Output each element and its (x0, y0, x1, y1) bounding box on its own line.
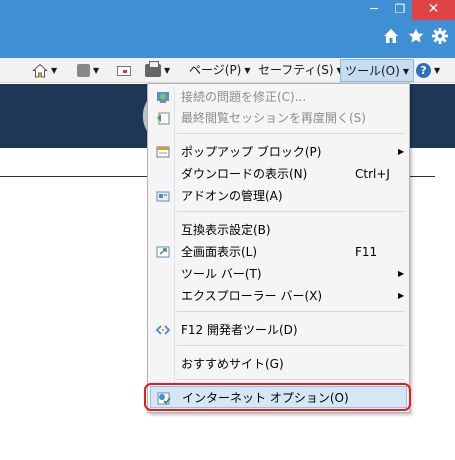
menu-item-label: 接続の問題を修正(C)... (181, 90, 307, 104)
menu-item-toolbars[interactable]: ツール バー(T) ▶ (150, 263, 407, 285)
menu-item-view-downloads[interactable]: ダウンロードの表示(N) Ctrl+J (150, 163, 407, 185)
home-icon[interactable] (381, 27, 401, 47)
feeds-button[interactable]: ▼ (77, 59, 99, 82)
menu-item-explorer-bars[interactable]: エクスプローラー バー(X) ▶ (150, 285, 407, 307)
menu-separator (177, 379, 405, 380)
close-button[interactable]: ✕ (412, 0, 455, 20)
fullscreen-icon (156, 246, 170, 258)
chevron-down-icon: ▼ (402, 67, 409, 76)
print-button[interactable]: ▼ (145, 59, 170, 82)
menu-item-label: 全画面表示(L) (181, 245, 258, 259)
chevron-down-icon[interactable]: ▼ (51, 66, 57, 75)
page-menu-label: ページ(P) (189, 63, 242, 77)
menu-separator (177, 133, 405, 134)
home-button[interactable]: ▼ (32, 59, 57, 82)
star-icon[interactable] (406, 27, 426, 47)
menu-item-shortcut: Ctrl+J (355, 167, 390, 181)
minimize-button[interactable]: ─ (360, 0, 388, 20)
menu-item-popup-blocker[interactable]: ポップアップ ブロック(P) ▶ (150, 141, 407, 163)
menu-item-label: アドオンの管理(A) (181, 189, 283, 203)
menu-separator (177, 345, 405, 346)
menu-item-label: エクスプローラー バー(X) (181, 289, 323, 303)
menu-item-full-screen[interactable]: 全画面表示(L) F11 (150, 241, 407, 263)
safety-menu[interactable]: セーフティ(S)▼ (258, 59, 343, 82)
menu-item-suggested-sites[interactable]: おすすめサイト(G) (150, 353, 407, 375)
menu-item-manage-addons[interactable]: アドオンの管理(A) (150, 185, 407, 207)
restore-button[interactable]: ❐ (388, 0, 412, 20)
help-button[interactable]: ? ▼ (416, 59, 440, 82)
submenu-arrow-icon: ▶ (398, 269, 405, 278)
menu-item-label: F12 開発者ツール(D) (181, 323, 298, 337)
page-menu[interactable]: ページ(P) ▼ (189, 59, 251, 82)
callout-highlight-ring (144, 383, 411, 411)
tools-dropdown-menu: 接続の問題を修正(C)... 最終閲覧セッションを再度開く(S) ポップアップ … (147, 83, 410, 413)
tools-menu-label: ツール(O) (345, 64, 400, 78)
submenu-arrow-icon: ▶ (398, 147, 405, 156)
tools-menu-button[interactable]: ツール(O) ▼ (340, 59, 414, 82)
menu-item-dev-tools[interactable]: F12 開発者ツール(D) (150, 319, 407, 341)
submenu-arrow-icon: ▶ (398, 291, 405, 300)
chevron-down-icon[interactable]: ▼ (93, 66, 99, 75)
safety-menu-label: セーフティ(S) (258, 63, 334, 77)
help-icon: ? (416, 63, 431, 78)
menu-item-label: ツール バー(T) (181, 267, 262, 281)
chevron-down-icon[interactable]: ▼ (164, 66, 170, 75)
title-bar: ─ ❐ ✕ (0, 0, 455, 58)
popup-blocker-icon (156, 146, 170, 158)
menu-separator (177, 311, 405, 312)
read-mail-button[interactable] (117, 59, 131, 82)
menu-item-label: 最終閲覧セッションを再度開く(S) (181, 111, 366, 125)
printer-icon (145, 61, 161, 77)
addons-icon (156, 191, 170, 202)
menu-item-reopen-session: 最終閲覧セッションを再度開く(S) (150, 107, 407, 129)
menu-item-label: ダウンロードの表示(N) (181, 167, 308, 181)
gear-icon[interactable] (430, 27, 450, 47)
ie-window: ─ ❐ ✕ ▼ ▼ ▼ ページ(P) ▼ セーフティ(S) ツール(O) ▼ ?… (0, 0, 455, 460)
mail-icon (117, 65, 131, 76)
menu-item-compat-view-settings[interactable]: 互換表示設定(B) (150, 219, 407, 241)
feed-icon (77, 64, 90, 77)
chevron-down-icon: ▼ (244, 66, 251, 75)
home-page-icon (32, 63, 48, 79)
dev-tools-icon (155, 325, 171, 335)
menu-item-fix-connection: 接続の問題を修正(C)... (150, 86, 407, 108)
menu-item-label: 互換表示設定(B) (181, 223, 271, 237)
menu-item-shortcut: F11 (355, 245, 378, 259)
reopen-session-icon (157, 112, 170, 125)
menu-separator (177, 211, 405, 212)
menu-item-label: ポップアップ ブロック(P) (181, 145, 322, 159)
menu-item-label: おすすめサイト(G) (181, 357, 284, 371)
chevron-down-icon: ▼ (434, 66, 441, 75)
network-diagnose-icon (157, 92, 169, 103)
command-bar: ▼ ▼ ▼ ページ(P)▼ セーフティ(S)▼ ツール(O)▼ ?▼ (0, 58, 455, 83)
